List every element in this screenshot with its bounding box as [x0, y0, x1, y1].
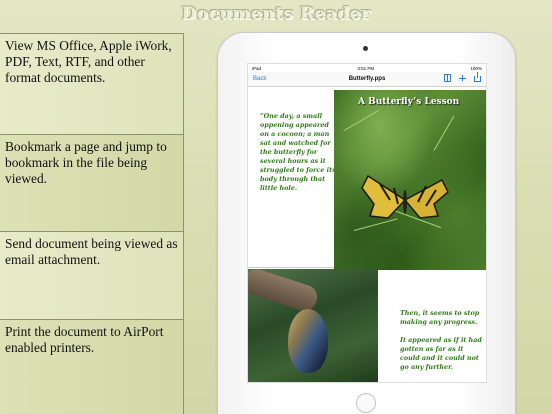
nav-actions — [444, 72, 481, 82]
feature-item-view-formats: View MS Office, Apple iWork, PDF, Text, … — [0, 34, 184, 135]
add-icon[interactable] — [459, 74, 466, 82]
slide-1-heading: A Butterfly’s Lesson — [358, 97, 460, 107]
bookmarks-icon[interactable] — [444, 74, 451, 82]
butterfly-photo: A Butterfly’s Lesson — [334, 90, 486, 270]
carrier-label: iPad — [252, 65, 262, 71]
cocoon-shape — [288, 309, 328, 373]
slide-1-quote: ”One day, a small oppening appeared on a… — [260, 112, 336, 192]
ipad-device: iPad 3:51 PM 100% Back Butterfly.pps ”On… — [218, 33, 515, 414]
share-icon[interactable] — [474, 72, 481, 82]
home-button[interactable] — [356, 393, 376, 413]
battery-label: 100% — [470, 65, 482, 71]
slide-page-2: Then, it seems to stop making any progre… — [248, 269, 486, 382]
document-viewer[interactable]: ”One day, a small oppening appeared on a… — [248, 88, 486, 382]
camera-icon — [363, 46, 368, 51]
status-bar: iPad 3:51 PM 100% — [248, 64, 486, 72]
feature-item-bookmark: Bookmark a page and jump to bookmark in … — [0, 135, 184, 232]
slide-2-quote: Then, it seems to stop making any progre… — [400, 309, 482, 371]
slide-page-1: ”One day, a small oppening appeared on a… — [248, 88, 486, 270]
cocoon-photo — [248, 269, 378, 382]
butterfly-icon — [361, 174, 449, 219]
app-title: Documents Reader — [181, 4, 371, 24]
feature-list: View MS Office, Apple iWork, PDF, Text, … — [0, 33, 184, 414]
device-screen: iPad 3:51 PM 100% Back Butterfly.pps ”On… — [247, 63, 487, 383]
clock-label: 3:51 PM — [357, 65, 375, 71]
branch-shape — [248, 269, 321, 314]
feature-item-email: Send document being viewed as email atta… — [0, 232, 184, 320]
feature-item-print: Print the document to AirPort enabled pr… — [0, 320, 184, 414]
navigation-bar: Back Butterfly.pps — [248, 72, 486, 87]
